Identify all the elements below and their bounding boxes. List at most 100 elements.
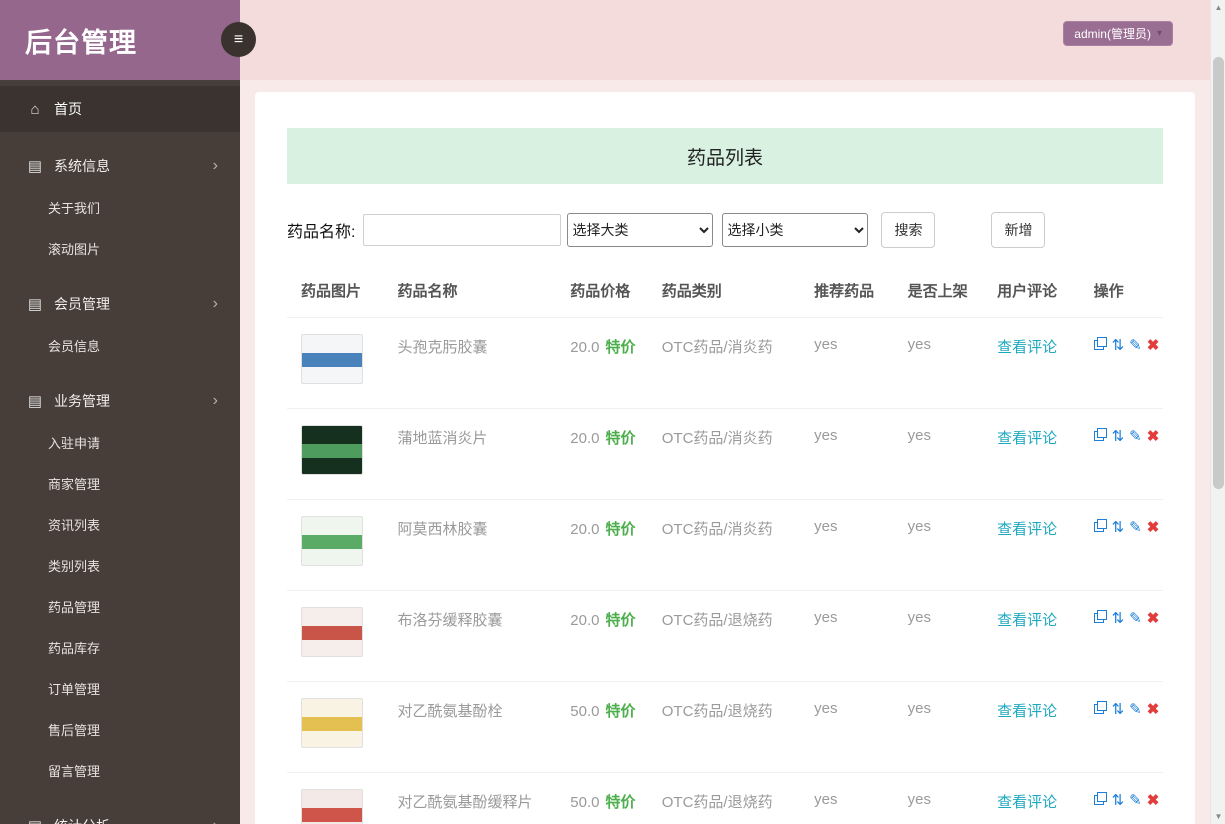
vertical-scrollbar[interactable]: ▲ ▼ (1210, 0, 1225, 824)
add-button[interactable]: 新增 (991, 212, 1046, 248)
arrows-updown-icon[interactable]: ⇅ (1112, 336, 1125, 354)
sidebar-group: ▤ 系统信息 › 关于我们 滚动图片 (0, 144, 240, 270)
table-row: 对乙酰氨基酚缓释片 50.0 特价 OTC药品/退烧药 yes yes 查看评论 … (287, 772, 1163, 824)
cell-recommended: yes (800, 317, 894, 409)
sidebar-subitem[interactable]: 商家管理 (0, 464, 240, 505)
sidebar-subitem[interactable]: 售后管理 (0, 710, 240, 751)
price-tag: 特价 (605, 612, 636, 629)
arrows-updown-icon[interactable]: ⇅ (1112, 518, 1125, 536)
sidebar-item-home[interactable]: ⌂ 首页 (0, 86, 240, 132)
sidebar-subitem[interactable]: 资讯列表 (0, 505, 240, 546)
top-bar: 后台管理 admin(管理员) ▾ (0, 0, 1210, 80)
edit-icon[interactable]: ✎ (1129, 336, 1142, 354)
view-comments-link[interactable]: 查看评论 (997, 430, 1057, 447)
copy-icon[interactable] (1093, 700, 1107, 718)
brand-area: 后台管理 (0, 0, 240, 80)
view-comments-link[interactable]: 查看评论 (997, 612, 1057, 629)
cell-ops: ⇅ ✎ ✖ (1079, 408, 1163, 500)
copy-icon[interactable] (1093, 336, 1107, 354)
scroll-up-arrow-icon[interactable]: ▲ (1211, 0, 1225, 15)
scrollbar-thumb[interactable] (1213, 57, 1224, 489)
cell-category: OTC药品/退烧药 (647, 681, 801, 773)
delete-icon[interactable]: ✖ (1147, 518, 1160, 536)
sidebar-group-children: 关于我们 滚动图片 (0, 188, 240, 270)
price-tag: 特价 (605, 339, 636, 356)
sidebar-group-header[interactable]: ▤ 系统信息 › (0, 144, 240, 188)
view-comments-link[interactable]: 查看评论 (997, 794, 1057, 811)
delete-icon[interactable]: ✖ (1147, 700, 1160, 718)
search-button[interactable]: 搜索 (881, 212, 936, 248)
table-row: 阿莫西林胶囊 20.0 特价 OTC药品/消炎药 yes yes 查看评论 ⇅ ✎ ✖ (287, 499, 1163, 591)
sidebar-toggle-button[interactable]: ≡ (221, 22, 256, 57)
copy-icon[interactable] (1093, 427, 1107, 445)
sidebar-subitem[interactable]: 会员信息 (0, 326, 240, 367)
cell-image (287, 681, 384, 773)
menu-book-icon: ▤ (27, 393, 43, 410)
copy-icon[interactable] (1093, 518, 1107, 536)
cell-category: OTC药品/消炎药 (647, 317, 801, 409)
sidebar-subitem[interactable]: 类别列表 (0, 546, 240, 587)
drug-image-stripe (302, 353, 362, 367)
cell-comments: 查看评论 (983, 317, 1080, 409)
price-value: 20.0 (570, 521, 600, 538)
sidebar-subitem[interactable]: 关于我们 (0, 188, 240, 229)
view-comments-link[interactable]: 查看评论 (997, 521, 1057, 538)
delete-icon[interactable]: ✖ (1147, 336, 1160, 354)
sidebar-subitem[interactable]: 订单管理 (0, 669, 240, 710)
major-category-select[interactable]: 选择大类 (567, 213, 714, 247)
col-header-image: 药品图片 (287, 268, 384, 318)
view-comments-link[interactable]: 查看评论 (997, 703, 1057, 720)
drug-table-body: 头孢克肟胶囊 20.0 特价 OTC药品/消炎药 yes yes 查看评论 ⇅ ✎ ✖… (287, 317, 1163, 824)
chevron-right-icon: › (212, 157, 218, 174)
panel-title: 药品列表 (287, 128, 1163, 184)
price-value: 20.0 (570, 612, 600, 629)
view-comments-link[interactable]: 查看评论 (997, 339, 1057, 356)
drug-image-stripe (302, 808, 362, 822)
edit-icon[interactable]: ✎ (1129, 518, 1142, 536)
chevron-right-icon: › (213, 817, 218, 824)
drug-image (301, 516, 363, 566)
cell-name: 对乙酰氨基酚缓释片 (383, 772, 557, 824)
delete-icon[interactable]: ✖ (1147, 427, 1160, 445)
cell-ops: ⇅ ✎ ✖ (1079, 499, 1163, 591)
sidebar-group-header[interactable]: ▤ 统计分析 › (0, 804, 240, 824)
menu-book-icon: ▤ (27, 817, 43, 824)
arrows-updown-icon[interactable]: ⇅ (1112, 427, 1125, 445)
drug-name-input[interactable] (363, 214, 562, 246)
delete-icon[interactable]: ✖ (1147, 609, 1160, 627)
arrows-updown-icon[interactable]: ⇅ (1112, 609, 1125, 627)
col-header-on-shelf: 是否上架 (893, 268, 984, 318)
sidebar-subitem[interactable]: 留言管理 (0, 751, 240, 792)
minor-category-select[interactable]: 选择小类 (722, 213, 869, 247)
sidebar-group-header[interactable]: ▤ 业务管理 › (0, 379, 240, 423)
cell-recommended: yes (800, 408, 894, 500)
cell-name: 头孢克肟胶囊 (383, 317, 557, 409)
copy-icon[interactable] (1093, 609, 1107, 627)
price-tag: 特价 (605, 703, 636, 720)
scroll-down-arrow-icon[interactable]: ▼ (1211, 809, 1225, 824)
sidebar-subitem[interactable]: 药品库存 (0, 628, 240, 669)
col-header-recommended: 推荐药品 (800, 268, 894, 318)
edit-icon[interactable]: ✎ (1129, 427, 1142, 445)
chevron-right-icon: › (212, 295, 218, 312)
sidebar-subitem[interactable]: 滚动图片 (0, 229, 240, 270)
table-row: 布洛芬缓释胶囊 20.0 特价 OTC药品/退烧药 yes yes 查看评论 ⇅ ✎… (287, 590, 1163, 682)
copy-icon[interactable] (1093, 791, 1107, 809)
col-header-comments: 用户评论 (983, 268, 1080, 318)
arrows-updown-icon[interactable]: ⇅ (1112, 791, 1125, 809)
drug-image-stripe (302, 626, 362, 640)
user-menu-button[interactable]: admin(管理员) ▾ (1063, 21, 1173, 46)
cell-image (287, 772, 384, 824)
cell-on-shelf: yes (893, 590, 984, 682)
menu-book-icon: ▤ (27, 158, 43, 175)
drug-image-stripe (302, 444, 362, 458)
edit-icon[interactable]: ✎ (1129, 609, 1142, 627)
delete-icon[interactable]: ✖ (1147, 791, 1160, 809)
edit-icon[interactable]: ✎ (1129, 791, 1142, 809)
sidebar-subitem[interactable]: 入驻申请 (0, 423, 240, 464)
sidebar-subitem[interactable]: 药品管理 (0, 587, 240, 628)
arrows-updown-icon[interactable]: ⇅ (1112, 700, 1125, 718)
edit-icon[interactable]: ✎ (1129, 700, 1142, 718)
sidebar-group-header[interactable]: ▤ 会员管理 › (0, 282, 240, 326)
price-tag: 特价 (605, 794, 636, 811)
